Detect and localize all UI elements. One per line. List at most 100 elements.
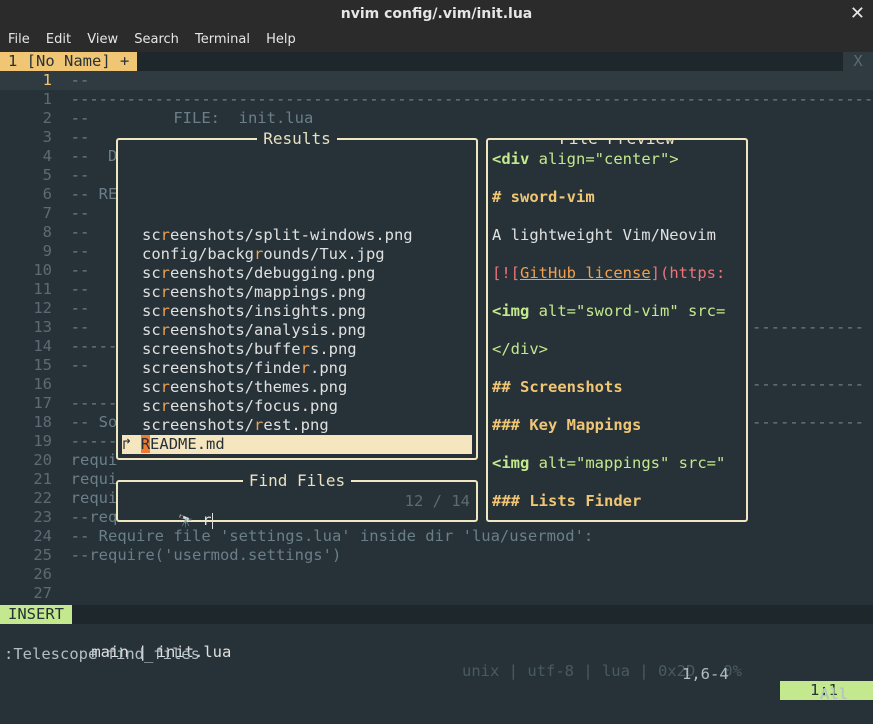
preview-line: # sword-vim [492, 188, 595, 207]
line-number: 1 [42, 90, 52, 108]
line-number: 23 [33, 508, 52, 526]
menu-search[interactable]: Search [134, 32, 179, 47]
editor-line[interactable]: 1 -- [0, 71, 873, 90]
separator-dashes: ------------- [752, 375, 862, 393]
line-number: 9 [42, 242, 52, 260]
result-item[interactable]: screenshots/mappings.png [142, 283, 366, 302]
result-item[interactable]: config/backgrounds/Tux.jpg [142, 245, 385, 264]
result-item[interactable]: screenshots/rest.png [142, 416, 329, 435]
result-post: eenshots/focus.png [170, 397, 338, 415]
line-text: -- [70, 71, 90, 89]
results-title: Results [257, 129, 337, 148]
command-text: :Telescope find_files [4, 645, 200, 663]
result-pre: sc [142, 397, 161, 415]
terminal[interactable]: 1 [No Name] + X 1 -- 1 ------------------… [0, 52, 873, 703]
line-text: requi [70, 489, 118, 507]
window-titlebar: nvim config/.vim/init.lua ✕ [0, 0, 873, 28]
scroll-indicator: All [820, 685, 848, 703]
menu-help[interactable]: Help [266, 32, 296, 47]
result-item[interactable]: screenshots/themes.png [142, 378, 347, 397]
result-post: est.png [263, 416, 329, 434]
preview-title: File Preview [553, 140, 681, 148]
result-hl: r [160, 378, 171, 396]
telescope-icon: 🔭 [178, 514, 193, 528]
result-item[interactable]: screenshots/buffers.png [142, 340, 357, 359]
editor-line[interactable]: 1 --------------------------------------… [0, 90, 873, 109]
result-post: eenshots/split-windows.png [170, 226, 413, 244]
line-text: -- [70, 204, 90, 222]
preview-b: alt= [529, 454, 576, 472]
preview-h1: ### Lists Finder [492, 492, 642, 510]
menu-edit[interactable]: Edit [46, 32, 71, 47]
selected-result[interactable]: ↱ README.md [122, 435, 472, 454]
line-number: 13 [33, 318, 52, 336]
separator-dashes: ------------- [752, 413, 862, 431]
menu-file[interactable]: File [8, 32, 30, 47]
line-text: requi [70, 451, 118, 469]
result-item[interactable]: screenshots/finder.png [142, 359, 347, 378]
tab-close-button[interactable]: X [843, 52, 873, 71]
preview-link1: [![ [492, 264, 520, 282]
preview-line: ### Lists Finder [492, 492, 641, 511]
line-number: 14 [33, 337, 52, 355]
result-pre: sc [142, 226, 161, 244]
result-item[interactable]: screenshots/split-windows.png [142, 226, 413, 245]
editor-line[interactable]: 27 [0, 584, 873, 603]
results-window: Results screenshots/split-windows.png con… [116, 129, 478, 460]
window-title: nvim config/.vim/init.lua [340, 6, 533, 22]
preview-line: <div align="center"> [492, 150, 679, 169]
line-text: -- RE [70, 185, 118, 203]
preview-a: <img [492, 454, 530, 472]
result-item[interactable]: screenshots/focus.png [142, 397, 338, 416]
line-number: 2 [42, 109, 52, 127]
result-item[interactable]: screenshots/insights.png [142, 302, 366, 321]
result-item[interactable]: screenshots/analysis.png [142, 321, 366, 340]
preview-a: <div [492, 150, 530, 168]
command-line[interactable]: :Telescope find_files 1,6-4 All [0, 624, 873, 703]
result-pre: sc [142, 283, 161, 301]
line-number: 16 [33, 375, 52, 393]
result-hl: r [160, 321, 171, 339]
preview-link2: GitHub license [520, 264, 651, 282]
preview-line: [![GitHub license](https: [492, 264, 725, 283]
result-pre: sc [142, 321, 161, 339]
close-icon[interactable]: ✕ [850, 0, 865, 28]
line-text: -- D [70, 147, 118, 165]
menu-terminal[interactable]: Terminal [195, 32, 250, 47]
tab-no-name[interactable]: 1 [No Name] + [0, 52, 138, 71]
tabline: 1 [No Name] + X [0, 52, 873, 71]
preview-window: File Preview <div align="center"> # sword… [486, 138, 748, 522]
line-text: ----- [70, 394, 118, 412]
line-number: 11 [33, 280, 52, 298]
preview-line: ### Key Mappings [492, 416, 641, 435]
result-pre: screenshots/ [142, 416, 254, 434]
line-number: 21 [33, 470, 52, 488]
editor-line[interactable]: 26 [0, 565, 873, 584]
line-text: -- So [70, 413, 118, 431]
result-count: 12 / 14 [404, 492, 470, 510]
editor-line[interactable]: 2 -- FILE: init.lua [0, 109, 873, 128]
result-item[interactable]: screenshots/debugging.png [142, 264, 375, 283]
line-text: -- [70, 356, 90, 374]
search-input[interactable]: r [202, 511, 211, 529]
result-post: eenshots/mappings.png [170, 283, 366, 301]
result-pre: screenshots/buffe [142, 340, 301, 358]
line-number: 20 [33, 451, 52, 469]
result-hl: r [160, 302, 171, 320]
result-post: eenshots/analysis.png [170, 321, 366, 339]
line-text: --req [70, 508, 118, 526]
preview-b: align= [529, 150, 595, 168]
line-number: 19 [33, 432, 52, 450]
menu-view[interactable]: View [87, 32, 118, 47]
result-post: eenshots/insights.png [170, 302, 366, 320]
preview-line: A lightweight Vim/Neovim [492, 226, 716, 245]
result-hl: r [253, 416, 264, 434]
line-number: 18 [33, 413, 52, 431]
menu-bar: File Edit View Search Terminal Help [0, 28, 873, 52]
line-number: 6 [42, 185, 52, 203]
preview-c: "mappings" src=" [576, 454, 726, 472]
line-number: 1 [42, 71, 52, 89]
line-text: ----- [70, 337, 118, 355]
preview-line: ## Screenshots [492, 378, 623, 397]
preview-c: "center"> [594, 150, 679, 168]
